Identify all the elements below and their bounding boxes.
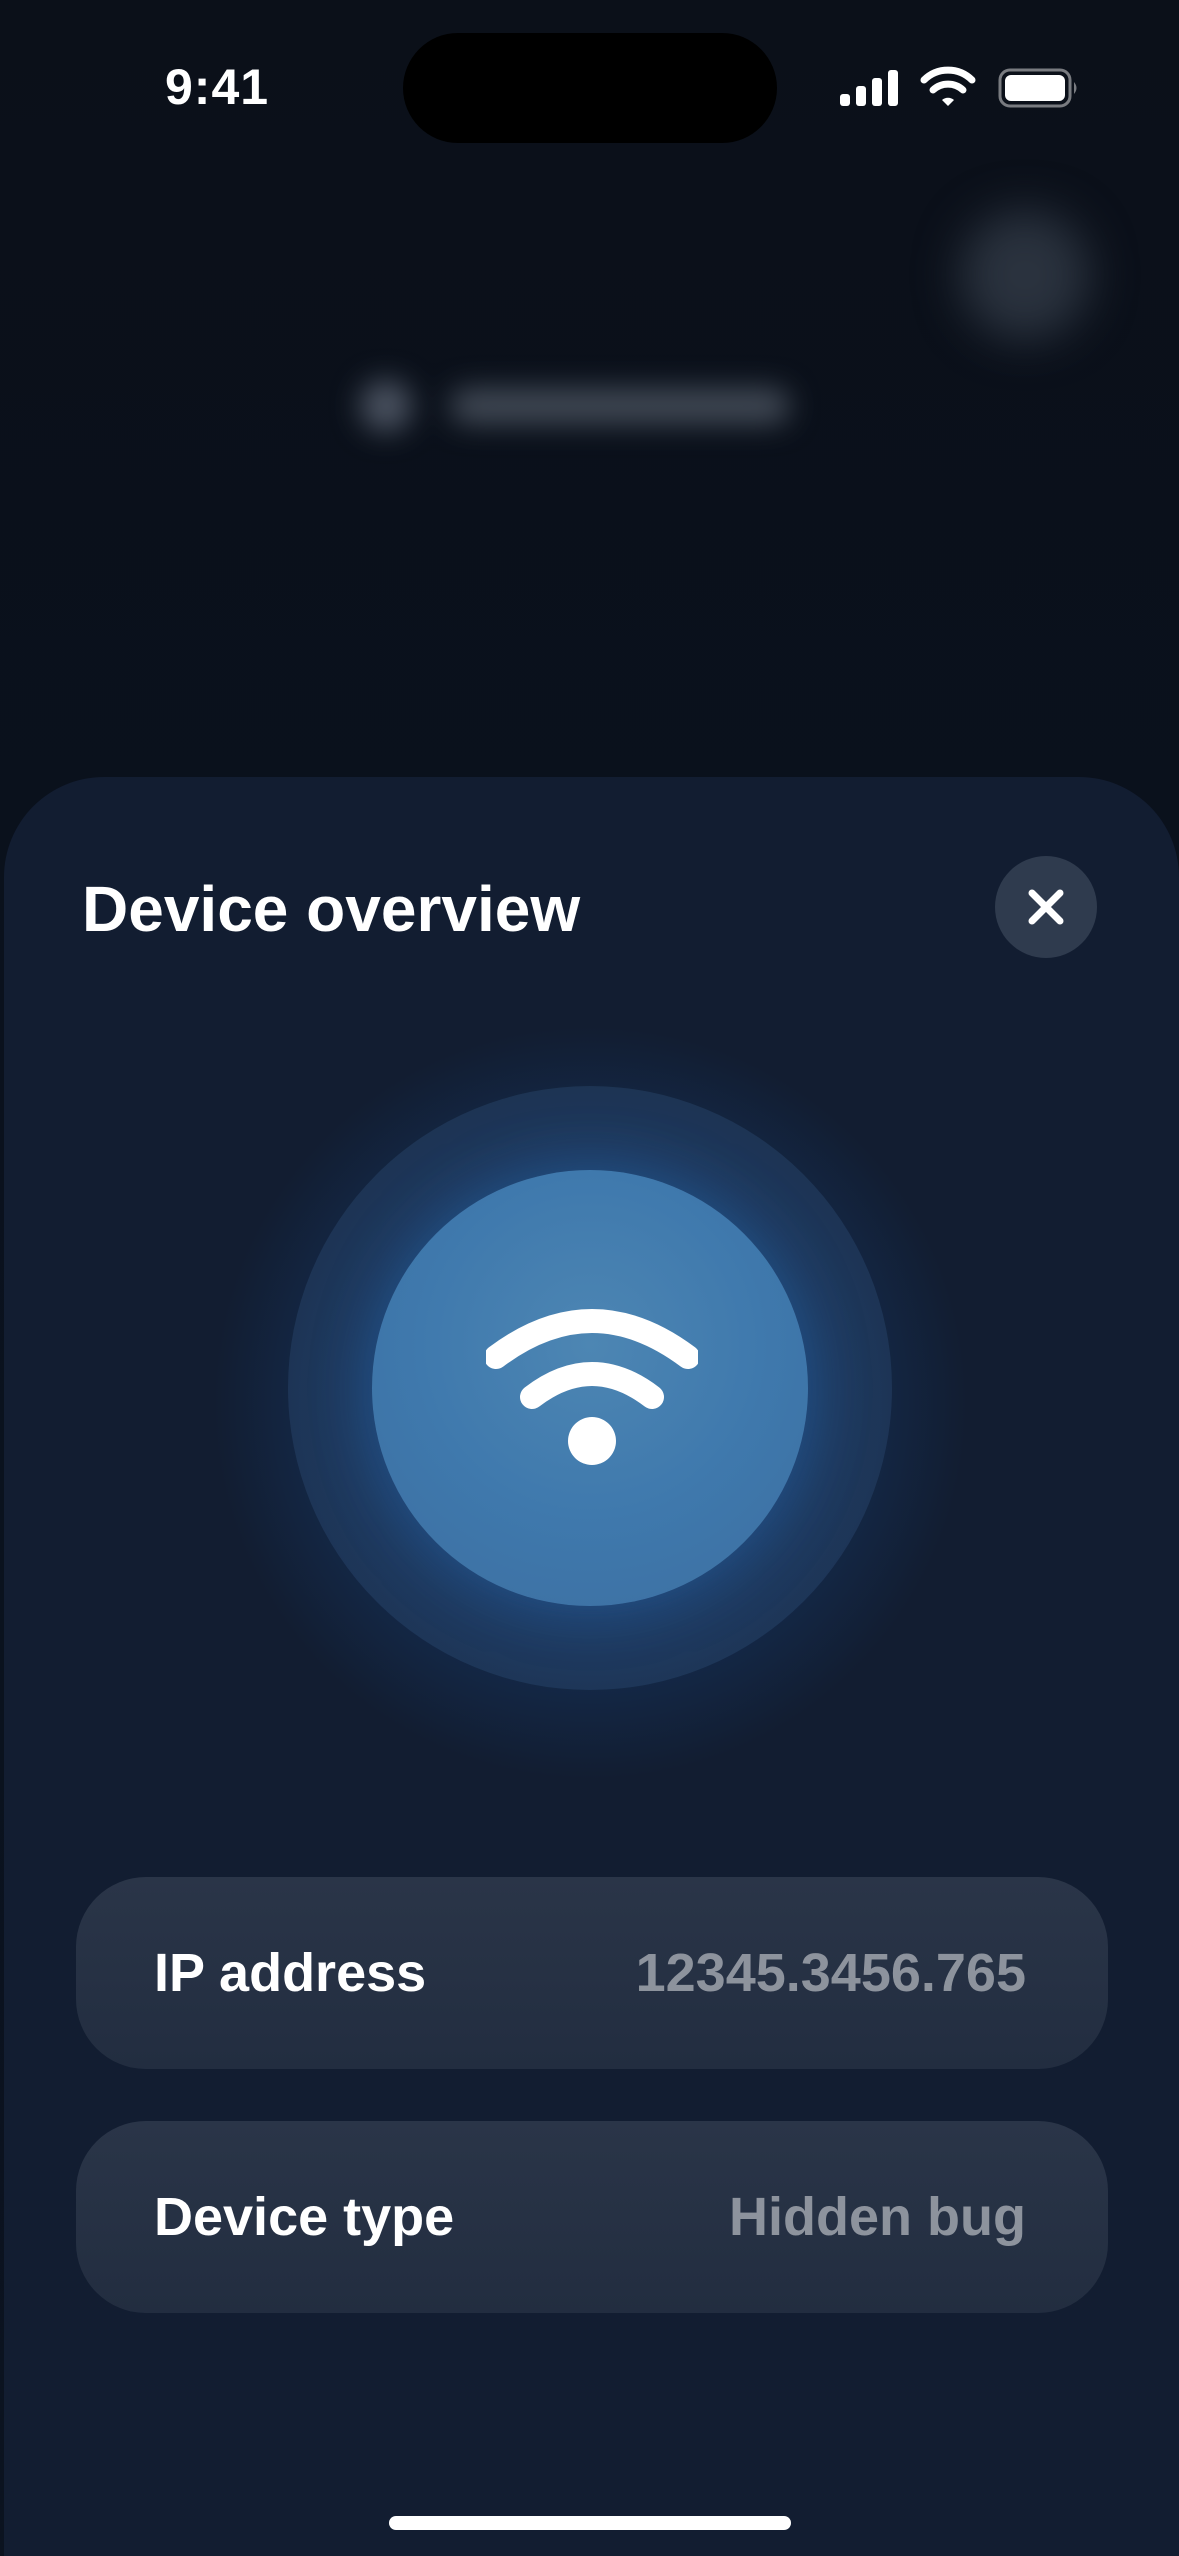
home-indicator[interactable]	[389, 2516, 791, 2530]
sheet-title: Device overview	[82, 873, 581, 945]
close-button[interactable]	[995, 856, 1097, 958]
status-bar: 9:41	[0, 0, 1179, 170]
blurred-background-header	[350, 370, 820, 440]
device-type-label: Device type	[154, 2187, 455, 2247]
device-type-row: Device type Hidden bug	[76, 2121, 1108, 2313]
battery-icon	[998, 68, 1077, 108]
status-time: 9:41	[165, 59, 270, 115]
close-icon	[1028, 889, 1064, 925]
ip-address-value: 12345.3456.765	[635, 1943, 1026, 2003]
blurred-background-button	[960, 210, 1090, 340]
device-overview-screen: 9:41 Device overview IP address 12345.34…	[0, 0, 1179, 2556]
blurred-title	[450, 388, 790, 424]
blurred-icon	[360, 380, 412, 432]
ip-address-label: IP address	[154, 1943, 427, 2003]
device-type-value: Hidden bug	[729, 2187, 1026, 2247]
cellular-signal-icon	[840, 70, 898, 106]
dynamic-island	[403, 33, 777, 143]
wifi-status-icon	[920, 66, 976, 106]
device-overview-sheet: Device overview IP address 12345.3456.76…	[4, 777, 1179, 2556]
ip-address-row: IP address 12345.3456.765	[76, 1877, 1108, 2069]
wifi-icon	[486, 1309, 698, 1465]
